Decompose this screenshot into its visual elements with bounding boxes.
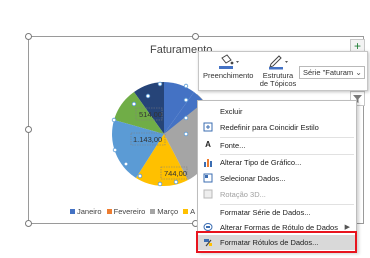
select-data-icon: [203, 173, 213, 183]
menu-item-label: Formatar Série de Dados...: [220, 208, 311, 217]
menu-item-select-data[interactable]: Selecionar Dados...: [198, 171, 356, 186]
legend-swatch: [183, 209, 189, 214]
reset-style-icon: [203, 122, 213, 132]
legend-label: Janeiro: [77, 207, 102, 216]
slice-selection-dot: [131, 101, 137, 107]
slice-selection-dot: [183, 97, 189, 103]
slice-selection-dot: [173, 179, 179, 185]
outline-button[interactable]: Estrutura de Tópicos: [257, 54, 299, 88]
series-selector[interactable]: Série "Faturam ⌄: [299, 66, 365, 79]
series-selector-value: Série "Faturam: [303, 68, 354, 77]
menu-item-label: Alterar Tipo de Gráfico...: [220, 158, 302, 167]
data-label: 1.143,00: [133, 135, 162, 144]
menu-item-rotation-3d: Rotação 3D...: [198, 187, 356, 202]
legend-label: Fevereiro: [113, 207, 146, 216]
legend-item: Janeiro: [70, 207, 102, 216]
slice-selection-dot: [183, 131, 189, 137]
slice-selection-dot: [111, 117, 117, 123]
chevron-down-icon: ⌄: [355, 68, 362, 77]
menu-item-label: Selecionar Dados...: [220, 174, 286, 183]
mini-toolbar: Preenchimento Estrutura de Tópicos Série…: [198, 51, 368, 91]
legend-item: Março: [150, 207, 178, 216]
submenu-arrow-icon: ▶: [344, 224, 350, 231]
menu-item-format-series[interactable]: Formatar Série de Dados...: [198, 205, 356, 220]
legend-label: A: [190, 207, 196, 216]
slice-selection-dot: [112, 147, 118, 153]
menu-item-change-chart-type[interactable]: Alterar Tipo de Gráfico...: [198, 155, 356, 170]
context-menu: Excluir Redefinir para Coincidir Estilo …: [197, 100, 357, 252]
slice-selection-dot: [183, 115, 189, 121]
slice-selection-dot: [157, 181, 163, 187]
outline-label-line2: de Tópicos: [259, 79, 297, 88]
legend-item: Fevereiro: [106, 207, 146, 216]
slice-selection-dot: [123, 161, 129, 167]
slice-selection-dot: [157, 81, 163, 87]
chart-type-icon: [203, 157, 213, 167]
legend-item: A: [183, 207, 195, 216]
fill-label: Preenchimento: [203, 71, 254, 80]
font-icon: A: [205, 140, 211, 149]
menu-item-label: Redefinir para Coincidir Estilo: [220, 123, 319, 132]
legend-label: Março: [157, 207, 179, 216]
chart-legend[interactable]: Janeiro Fevereiro Março A: [70, 207, 195, 216]
menu-item-reset-style[interactable]: Redefinir para Coincidir Estilo: [198, 120, 356, 135]
menu-item-label: Rotação 3D...: [220, 190, 266, 199]
highlight-annotation: [196, 231, 357, 253]
menu-item-label: Excluir: [220, 107, 243, 116]
menu-item-label: Fonte...: [220, 141, 246, 150]
pen-outline-icon: [269, 55, 288, 70]
slice-selection-dot: [145, 93, 151, 99]
slice-selection-dot: [183, 83, 189, 89]
rotation-3d-icon: [203, 189, 213, 199]
data-label: 744,00: [164, 169, 187, 178]
legend-swatch: [106, 209, 112, 214]
menu-item-fonte[interactable]: A Fonte...: [198, 138, 356, 153]
slice-selection-dot: [137, 173, 143, 179]
paint-bucket-icon: [219, 54, 239, 69]
legend-swatch: [150, 209, 156, 214]
excel-chart-context-menu-screen: Faturamento 514,00 1.143,00 744,00 Janei…: [0, 0, 370, 258]
data-label: 514,00: [139, 110, 162, 119]
fill-button[interactable]: Preenchimento: [203, 54, 253, 80]
menu-item-excluir[interactable]: Excluir: [198, 104, 356, 119]
legend-swatch: [70, 209, 75, 214]
